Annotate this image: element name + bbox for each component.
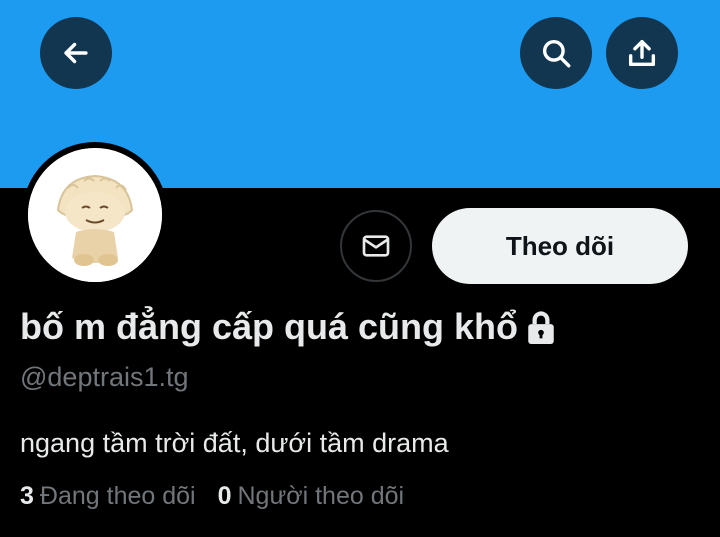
arrow-left-icon <box>64 42 88 64</box>
follow-button[interactable]: Theo dõi <box>432 208 688 284</box>
back-button[interactable] <box>40 17 112 89</box>
search-button[interactable] <box>520 17 592 89</box>
display-name-text: bố m đẳng cấp quá cũng khổ <box>20 306 519 347</box>
following-label: Đang theo dõi <box>39 482 196 510</box>
avatar-image <box>28 148 162 282</box>
followers-stat[interactable]: 0 Người theo dõi <box>218 482 404 511</box>
following-count: 3 <box>20 482 34 510</box>
user-handle: @deptrais1.tg <box>20 362 189 392</box>
avatar <box>28 148 162 282</box>
followers-label: Người theo dõi <box>237 482 405 510</box>
following-stat[interactable]: 3 Đang theo dõi <box>20 482 196 511</box>
message-button[interactable] <box>340 210 412 282</box>
follow-stats: 3 Đang theo dõi 0 Người theo dõi <box>20 482 426 511</box>
share-button[interactable] <box>606 17 678 89</box>
share-upload-icon <box>628 39 656 67</box>
display-name: bố m đẳng cấp quá cũng khổ <box>20 306 558 348</box>
profile-bio: ngang tầm trời đất, dưới tầm drama <box>20 428 449 458</box>
lock-icon <box>524 308 558 346</box>
envelope-icon <box>362 235 390 257</box>
search-icon <box>542 39 571 68</box>
followers-count: 0 <box>217 482 232 510</box>
avatar-frame[interactable] <box>22 142 168 288</box>
